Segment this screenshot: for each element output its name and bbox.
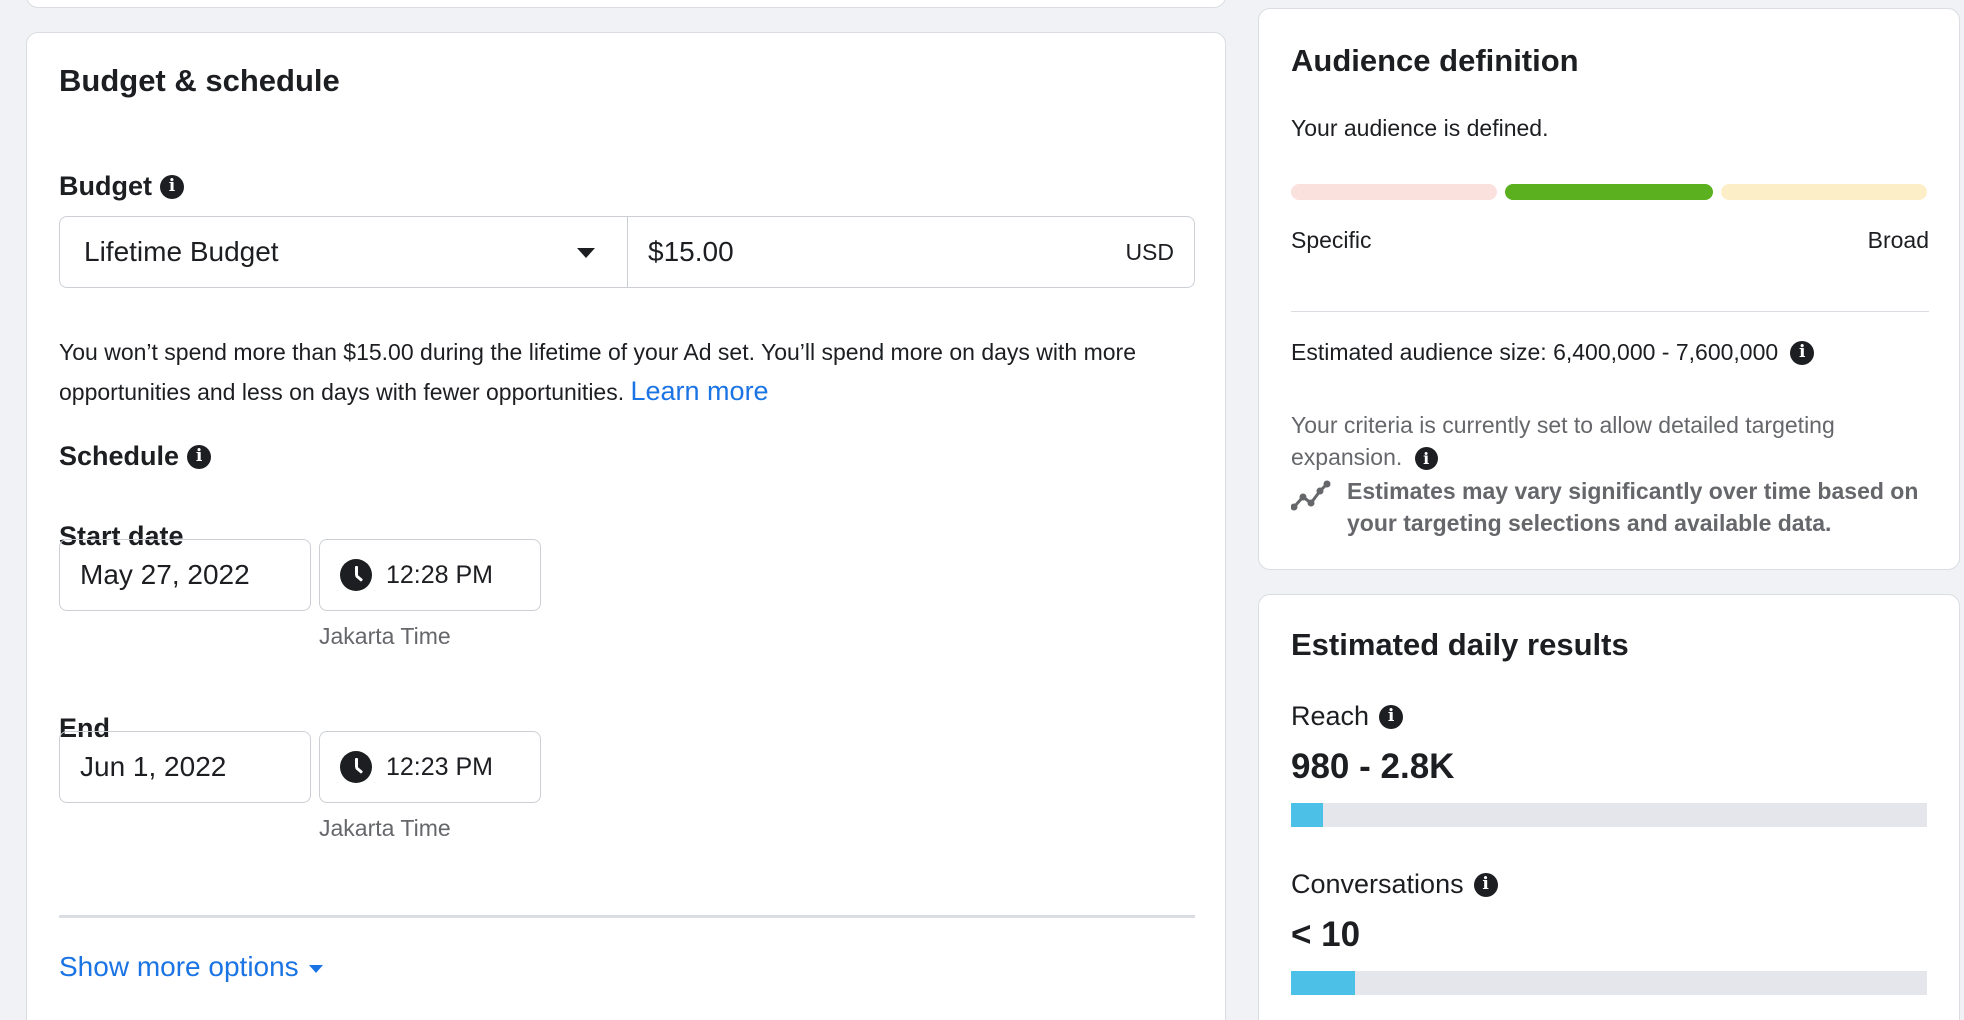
- broad-label: Broad: [1867, 227, 1929, 253]
- info-icon[interactable]: i: [187, 444, 212, 469]
- show-more-options-label: Show more options: [59, 951, 299, 982]
- reach-label-text: Reach: [1291, 701, 1370, 731]
- clock-icon: [340, 751, 372, 783]
- conversations-value: < 10: [1291, 915, 1361, 954]
- estimate-note: Estimates may vary significantly over ti…: [1347, 478, 1919, 536]
- end-date-value: Jun 1, 2022: [80, 751, 227, 782]
- audience-size: Estimated audience size: 6,400,000 - 7,6…: [1291, 339, 1815, 366]
- currency-label: USD: [1125, 238, 1174, 265]
- end-time-value: 12:23 PM: [386, 752, 494, 781]
- info-icon[interactable]: i: [1473, 872, 1498, 897]
- audience-meter-specific: [1291, 184, 1497, 200]
- budget-amount-value: $15.00: [648, 236, 734, 267]
- end-date-input[interactable]: Jun 1, 2022: [59, 731, 311, 803]
- criteria-text-body: Your criteria is currently set to allow …: [1291, 412, 1835, 470]
- budget-help-text-body: You won’t spend more than $15.00 during …: [59, 339, 1136, 405]
- specific-label: Specific: [1291, 227, 1372, 253]
- info-icon[interactable]: i: [1379, 704, 1404, 729]
- estimated-results-title: Estimated daily results: [1291, 627, 1629, 662]
- budget-amount-input[interactable]: $15.00 USD: [628, 217, 1194, 287]
- conversations-label: Conversations i: [1291, 869, 1498, 900]
- schedule-label-text: Schedule: [59, 441, 180, 471]
- start-date-value: May 27, 2022: [80, 559, 250, 590]
- audience-meter-broad: [1721, 184, 1927, 200]
- learn-more-link[interactable]: Learn more: [631, 376, 769, 406]
- reach-value: 980 - 2.8K: [1291, 747, 1455, 786]
- audience-size-text: Estimated audience size: 6,400,000 - 7,6…: [1291, 339, 1779, 365]
- reach-bar: [1291, 803, 1927, 827]
- chevron-down-icon: [577, 248, 595, 258]
- audience-definition-card: Audience definition Your audience is def…: [1258, 8, 1960, 570]
- reach-bar-fill: [1291, 803, 1323, 827]
- info-icon[interactable]: i: [1414, 447, 1438, 471]
- conversations-label-text: Conversations: [1291, 869, 1464, 899]
- budget-schedule-title: Budget & schedule: [59, 63, 340, 98]
- audience-status: Your audience is defined.: [1291, 115, 1549, 141]
- conversations-bar: [1291, 971, 1927, 995]
- budget-help-text: You won’t spend more than $15.00 during …: [59, 333, 1199, 412]
- schedule-label: Schedule i: [59, 441, 212, 472]
- budget-input-group: Lifetime Budget $15.00 USD: [59, 216, 1195, 288]
- budget-type-dropdown[interactable]: Lifetime Budget: [60, 217, 628, 287]
- clock-icon: [340, 559, 372, 591]
- show-more-options-button[interactable]: Show more options: [59, 951, 323, 983]
- trend-icon: [1291, 480, 1331, 511]
- audience-definition-title: Audience definition: [1291, 43, 1579, 78]
- previous-card-edge: [26, 0, 1226, 8]
- info-icon[interactable]: i: [1790, 340, 1815, 365]
- reach-label: Reach i: [1291, 701, 1404, 732]
- end-timezone: Jakarta Time: [319, 815, 451, 841]
- audience-divider: [1291, 311, 1929, 312]
- conversations-bar-fill: [1291, 971, 1355, 995]
- criteria-text: Your criteria is currently set to allow …: [1291, 409, 1921, 473]
- audience-meter-defined: [1505, 184, 1713, 200]
- start-date-input[interactable]: May 27, 2022: [59, 539, 311, 611]
- budget-label: Budget i: [59, 171, 184, 202]
- section-divider: [59, 915, 1195, 918]
- start-timezone: Jakarta Time: [319, 623, 451, 649]
- budget-schedule-card: Budget & schedule Budget i Lifetime Budg…: [26, 32, 1226, 1020]
- budget-type-value: Lifetime Budget: [84, 236, 279, 267]
- end-time-input[interactable]: 12:23 PM: [319, 731, 541, 803]
- start-time-input[interactable]: 12:28 PM: [319, 539, 541, 611]
- info-icon[interactable]: i: [159, 174, 184, 199]
- start-time-value: 12:28 PM: [386, 560, 494, 589]
- estimated-daily-results-card: Estimated daily results Reach i 980 - 2.…: [1258, 594, 1960, 1020]
- chevron-down-icon: [308, 965, 323, 973]
- budget-label-text: Budget: [59, 171, 152, 201]
